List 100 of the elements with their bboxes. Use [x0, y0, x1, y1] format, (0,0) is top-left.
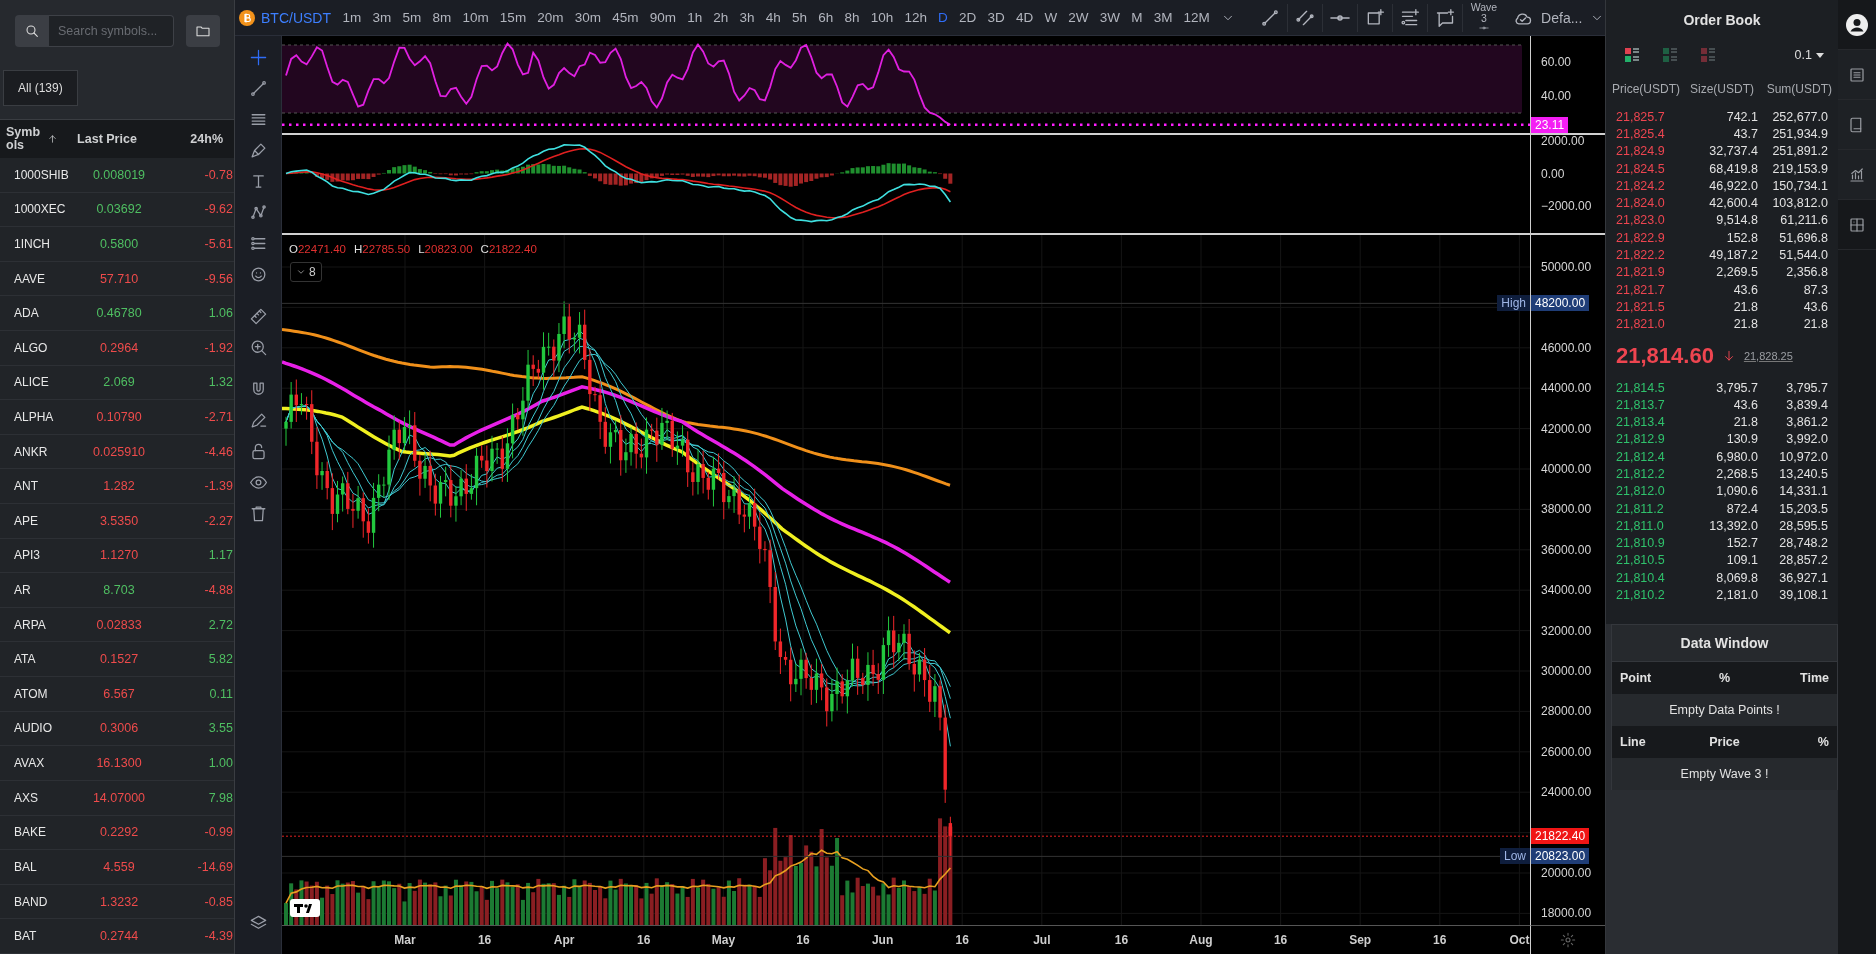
- symbol-row[interactable]: ARPA 0.02833 2.72: [0, 607, 234, 643]
- column-header[interactable]: Last Price: [58, 131, 156, 146]
- symbol-row[interactable]: BAT 0.2744 -4.39: [0, 919, 234, 954]
- order-size: 152.7: [1725, 536, 1758, 551]
- symbol-row[interactable]: ALGO 0.2964 -1.92: [0, 330, 234, 366]
- symbol-row[interactable]: API3 1.1270 1.17: [0, 538, 234, 574]
- symbol-row[interactable]: AVAX 16.1300 1.00: [0, 746, 234, 781]
- interval-tab[interactable]: 5m: [396, 3, 427, 32]
- interval-tab[interactable]: 5h: [786, 3, 813, 32]
- order-sum: 43.6: [1802, 299, 1828, 314]
- indicators-toggle[interactable]: 8: [290, 262, 322, 282]
- symbol-row[interactable]: ALICE 2.069 1.32: [0, 365, 234, 401]
- interval-tab[interactable]: 2h: [707, 3, 734, 32]
- axis-label: 28000.00: [1541, 703, 1592, 720]
- order-price: 21,823.0: [1616, 213, 1666, 228]
- wave-button[interactable]: Wave 3: [1462, 2, 1506, 33]
- layout-button[interactable]: Defa...: [1505, 7, 1591, 28]
- low-price-badge: 20823.00: [1531, 848, 1590, 865]
- low-label: Low: [1500, 848, 1530, 865]
- interval-tab[interactable]: 4h: [760, 3, 787, 32]
- order-sum: 150,734.1: [1771, 178, 1828, 193]
- change-percent: -2.27: [203, 513, 234, 528]
- interval-tab[interactable]: 2D: [953, 3, 982, 32]
- interval-tab[interactable]: 15m: [494, 3, 532, 32]
- symbol-row[interactable]: APE 3.5350 -2.27: [0, 504, 234, 539]
- interval-tab[interactable]: 3W: [1094, 3, 1126, 32]
- order-size: 32,737.4: [1708, 144, 1758, 159]
- interval-tab[interactable]: 20m: [531, 3, 570, 32]
- symbol-name: AR: [13, 583, 32, 598]
- interval-tab[interactable]: 10h: [865, 3, 899, 32]
- symbol-row[interactable]: ANT 1.282 -1.39: [0, 469, 234, 504]
- symbol-row[interactable]: ALPHA 0.10790 -2.71: [0, 400, 234, 435]
- interval-tab[interactable]: 10m: [456, 3, 495, 32]
- interval-tab[interactable]: 3M: [1148, 3, 1178, 32]
- symbol-row[interactable]: ATOM 6.567 0.11: [0, 677, 234, 712]
- order-sum: 3,795.7: [1785, 380, 1828, 395]
- interval-tab[interactable]: 30m: [569, 3, 607, 32]
- order-size: 130.9: [1725, 432, 1758, 447]
- interval-tab[interactable]: 4D: [1010, 3, 1039, 32]
- interval-tab[interactable]: 8h: [838, 3, 866, 32]
- interval-tab[interactable]: 1m: [337, 3, 367, 32]
- symbol-name: ARPA: [13, 617, 47, 632]
- last-price: 21,814.60: [1616, 342, 1714, 369]
- precision-dropdown[interactable]: 0.1: [1788, 47, 1830, 63]
- symbol-name: BAT: [13, 929, 38, 944]
- change-percent: -1.39: [203, 479, 234, 494]
- symbol-row[interactable]: AUDIO 0.3006 3.55: [0, 711, 234, 747]
- order-sum: 21.8: [1802, 317, 1828, 332]
- change-percent: 3.55: [207, 721, 234, 736]
- symbol-row[interactable]: BAND 1.3232 -0.85: [0, 884, 234, 920]
- interval-tab[interactable]: 2W: [1062, 3, 1095, 32]
- interval-tab[interactable]: 3h: [733, 3, 761, 32]
- order-size: 3,795.7: [1715, 380, 1758, 395]
- interval-tab[interactable]: M: [1125, 3, 1149, 32]
- axis-label: 46000.00: [1541, 339, 1592, 356]
- symbol-row[interactable]: AXS 14.07000 7.98: [0, 780, 234, 816]
- axis-label: −2000.00: [1541, 198, 1592, 214]
- interval-tab[interactable]: 1h: [681, 3, 708, 32]
- column-header: %: [1816, 734, 1829, 749]
- filter-tab[interactable]: All (139): [3, 70, 78, 106]
- symbol-row[interactable]: AAVE 57.710 -9.56: [0, 261, 234, 297]
- interval-tab[interactable]: 12h: [898, 3, 933, 32]
- interval-tab[interactable]: 45m: [606, 3, 645, 32]
- time-axis-label: Apr: [553, 933, 575, 947]
- order-price: 21,810.2: [1616, 588, 1666, 603]
- order-price: 21,812.0: [1616, 484, 1666, 499]
- interval-tab[interactable]: 90m: [644, 3, 682, 32]
- symbol-name: ATOM: [13, 686, 49, 701]
- last-price: 0.5800: [98, 236, 140, 251]
- interval-tab[interactable]: 6h: [812, 3, 839, 32]
- axis-label: 40000.00: [1541, 461, 1592, 477]
- order-sum: 3,839.4: [1785, 397, 1828, 412]
- symbol-row[interactable]: ATA 0.1527 5.82: [0, 642, 234, 678]
- last-price: 0.02833: [95, 617, 143, 632]
- symbol-row[interactable]: ADA 0.46780 1.06: [0, 296, 234, 331]
- interval-tab[interactable]: 12M: [1178, 3, 1216, 32]
- symbol-row[interactable]: 1INCH 0.5800 -5.61: [0, 227, 234, 262]
- change-percent: -0.78: [203, 167, 234, 182]
- search-field[interactable]: Search symbols...: [49, 15, 174, 47]
- interval-tab[interactable]: 3D: [981, 3, 1011, 32]
- order-sum: 28,748.2: [1778, 536, 1828, 551]
- symbol-row[interactable]: AR 8.703 -4.88: [0, 573, 234, 608]
- order-price: 21,810.5: [1616, 553, 1666, 568]
- last-price: 0.3006: [98, 721, 140, 736]
- axis-label: 20000.00: [1541, 865, 1592, 881]
- column-header[interactable]: Symbols: [6, 125, 41, 153]
- symbol-row[interactable]: ANKR 0.025910 -4.46: [0, 434, 234, 470]
- symbol-row[interactable]: BAKE 0.2292 -0.99: [0, 815, 234, 851]
- column-header[interactable]: 24h%: [156, 131, 234, 146]
- interval-tab[interactable]: W: [1038, 3, 1063, 32]
- symbol-row[interactable]: 1000SHIB 0.008019 -0.78: [0, 157, 234, 193]
- interval-tab[interactable]: 8m: [426, 3, 457, 32]
- order-price: 21,812.9: [1616, 432, 1666, 447]
- symbol-row[interactable]: 1000XEC 0.03692 -9.62: [0, 192, 234, 228]
- symbol-row[interactable]: BAL 4.559 -14.69: [0, 850, 234, 885]
- column-header: %: [1717, 670, 1732, 685]
- time-axis-label: 16: [1433, 933, 1447, 947]
- interval-tab[interactable]: 3m: [366, 3, 397, 32]
- symbol-selector[interactable]: BTC/USDT: [239, 9, 331, 26]
- interval-tab[interactable]: D: [932, 3, 954, 32]
